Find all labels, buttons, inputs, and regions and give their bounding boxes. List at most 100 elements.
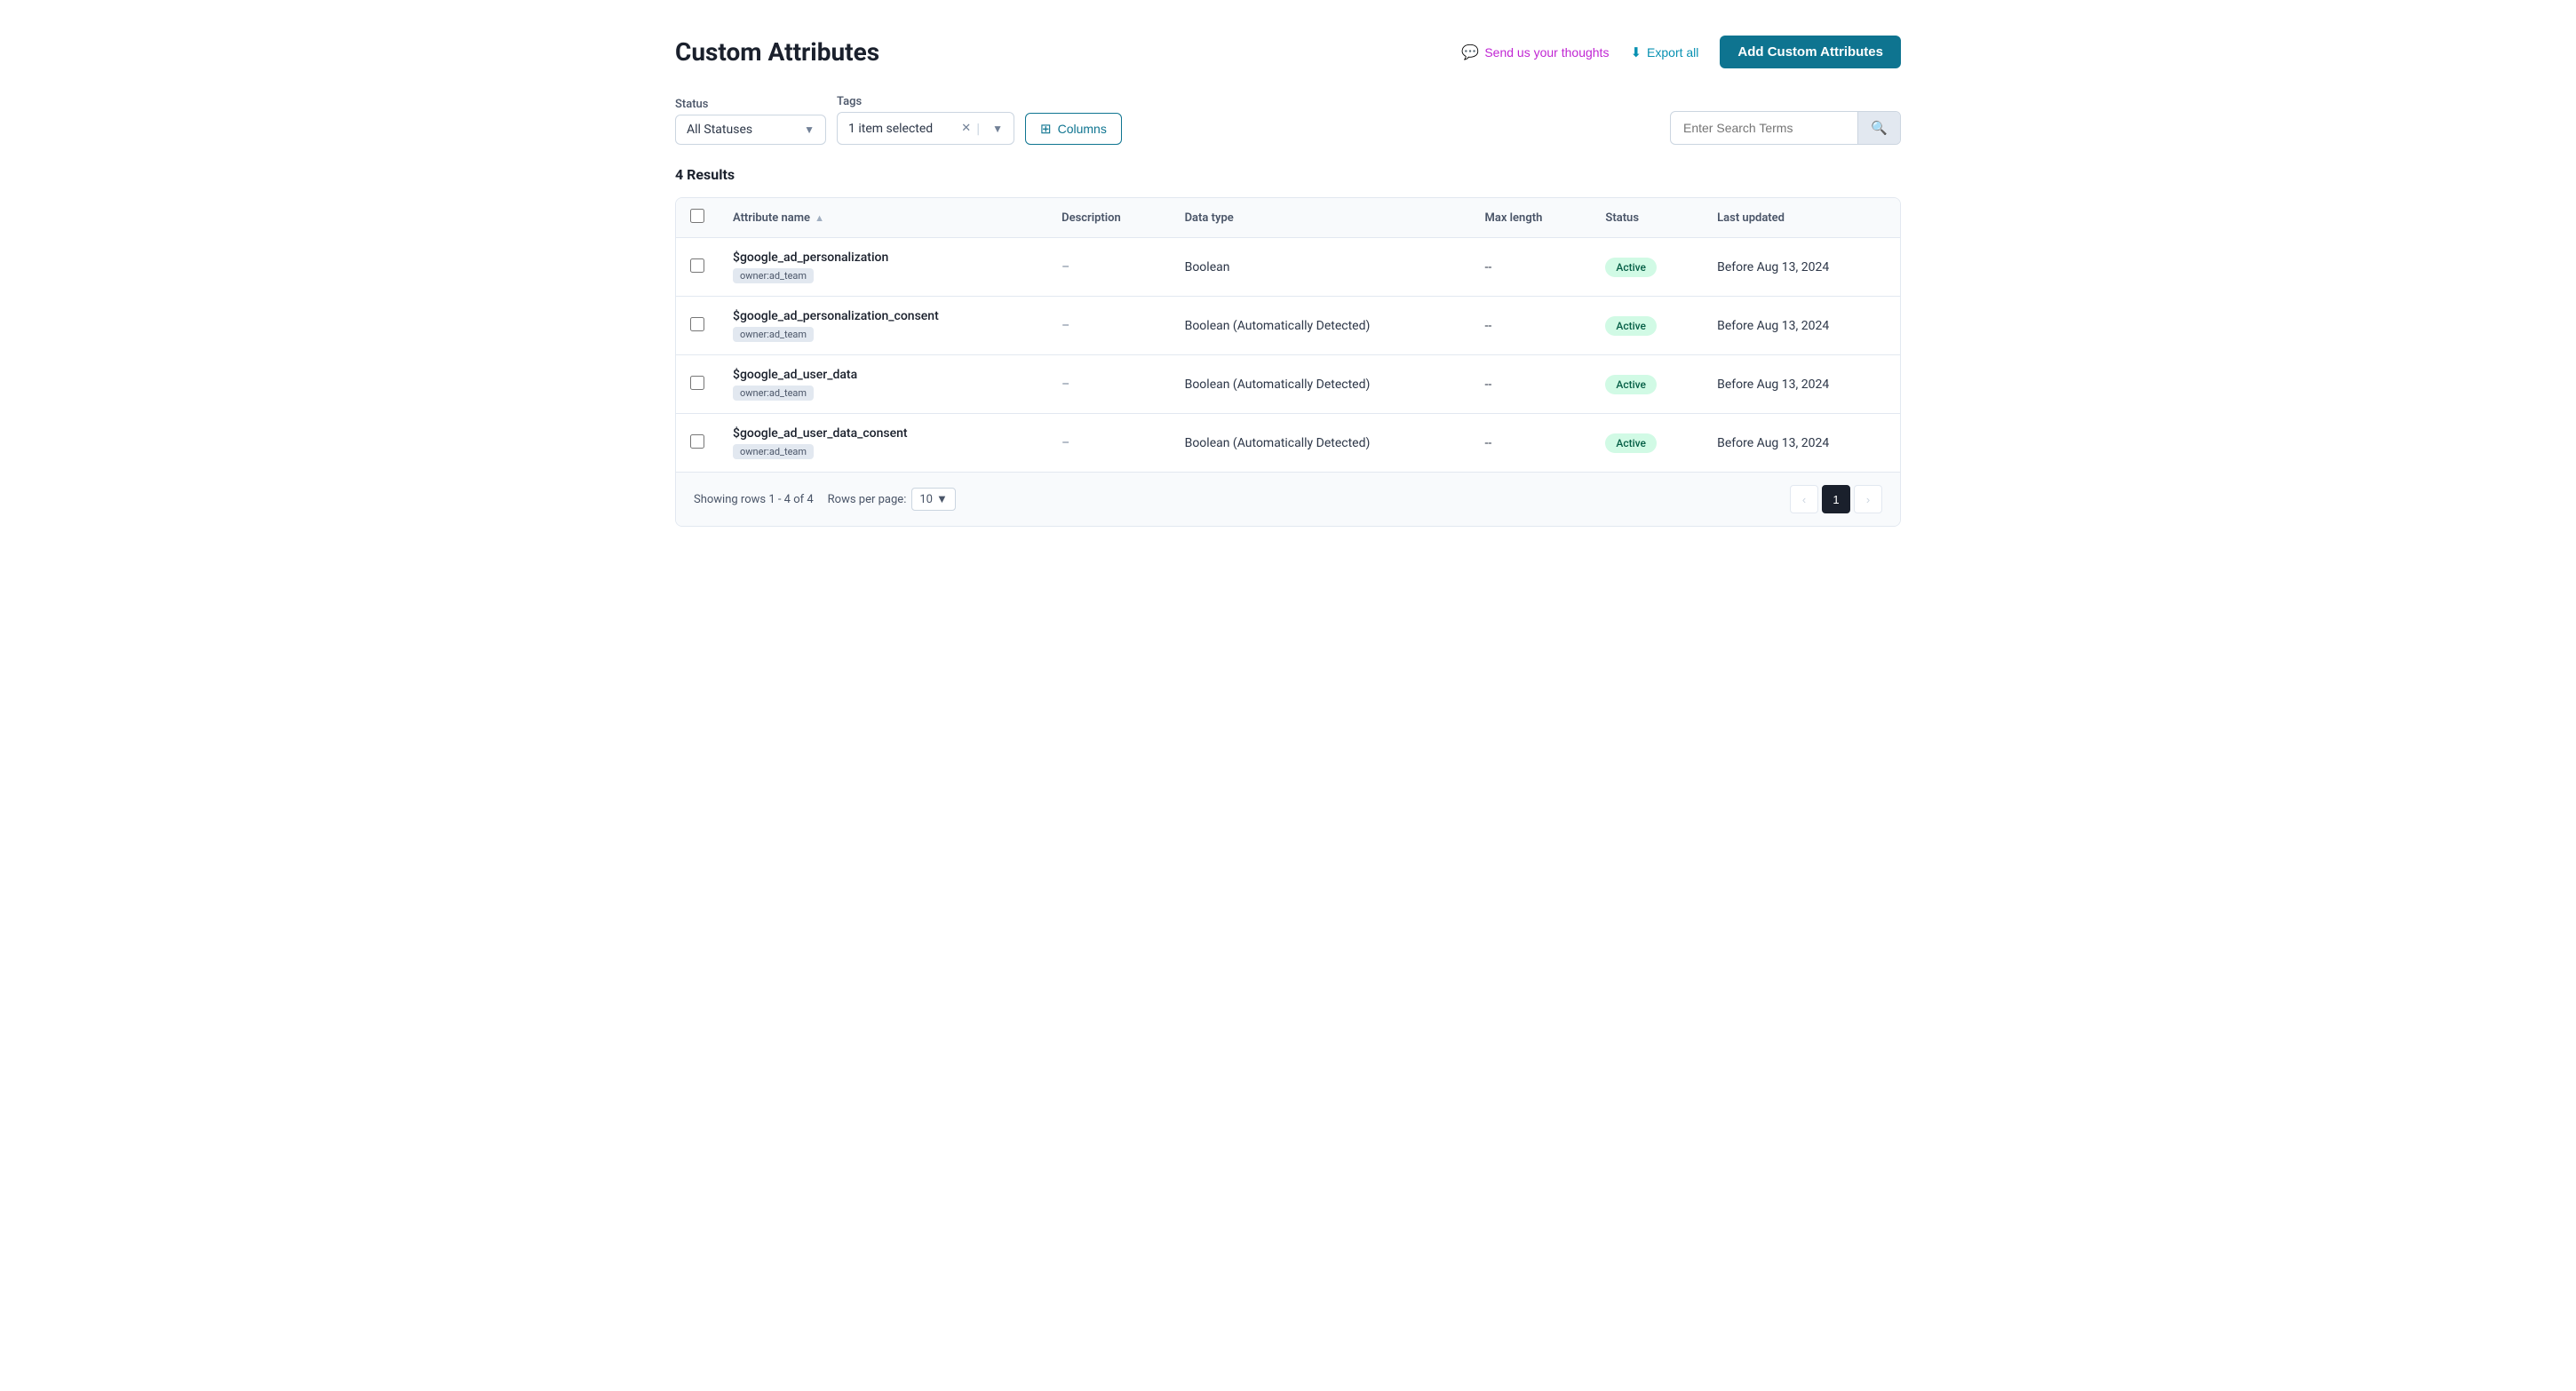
row-checkbox-cell xyxy=(676,297,719,355)
rows-per-page-select[interactable]: 10 ▼ xyxy=(911,488,956,511)
pagination: ‹ 1 › xyxy=(1790,485,1882,513)
row-description-cell: – xyxy=(1047,414,1170,473)
next-page-button[interactable]: › xyxy=(1854,485,1882,513)
attr-name-value: $google_ad_personalization xyxy=(733,250,1033,265)
showing-rows-text: Showing rows 1 - 4 of 4 xyxy=(694,493,814,506)
chevron-down-icon: ▼ xyxy=(992,123,1003,135)
columns-icon: ⊞ xyxy=(1040,121,1052,137)
results-count: 4 Results xyxy=(675,166,1901,183)
page-1-button[interactable]: 1 xyxy=(1822,485,1850,513)
row-max-length-cell: -- xyxy=(1471,297,1592,355)
row-attr-name-cell: $google_ad_user_data owner:ad_team xyxy=(719,355,1047,414)
row-status-cell: Active xyxy=(1591,297,1703,355)
row-last-updated-cell: Before Aug 13, 2024 xyxy=(1703,297,1900,355)
row-description-cell: – xyxy=(1047,238,1170,297)
search-input[interactable] xyxy=(1671,113,1857,143)
export-button[interactable]: ⬇ Export all xyxy=(1630,44,1698,60)
results-table: Attribute name ▲ Description Data type M… xyxy=(676,198,1900,472)
rows-per-page-label: Rows per page: xyxy=(828,493,907,506)
col-header-status: Status xyxy=(1591,198,1703,238)
status-select[interactable]: All Statuses ▼ xyxy=(675,115,826,145)
export-icon: ⬇ xyxy=(1630,44,1642,60)
tag-badge: owner:ad_team xyxy=(733,268,814,283)
last-updated-value: Before Aug 13, 2024 xyxy=(1717,260,1829,274)
clear-tags-icon[interactable]: ✕ xyxy=(961,122,971,135)
attr-name-value: $google_ad_user_data_consent xyxy=(733,426,1033,441)
attr-name-value: $google_ad_user_data xyxy=(733,368,1033,382)
table-row: $google_ad_personalization owner:ad_team… xyxy=(676,238,1900,297)
tag-badge: owner:ad_team xyxy=(733,386,814,401)
status-label: Status xyxy=(675,98,826,111)
description-value: – xyxy=(1061,378,1069,392)
rows-per-page-group: Rows per page: 10 ▼ xyxy=(828,488,956,511)
tag-badge: owner:ad_team xyxy=(733,327,814,342)
search-icon: 🔍 xyxy=(1871,121,1888,136)
max-length-value: -- xyxy=(1485,378,1492,392)
table-row: $google_ad_personalization_consent owner… xyxy=(676,297,1900,355)
row-status-cell: Active xyxy=(1591,355,1703,414)
tag-badge: owner:ad_team xyxy=(733,444,814,459)
tags-label: Tags xyxy=(837,95,1014,108)
row-checkbox-0[interactable] xyxy=(690,258,704,273)
chevron-down-icon: ▼ xyxy=(936,492,948,506)
page-title: Custom Attributes xyxy=(675,37,879,67)
col-header-last-updated: Last updated xyxy=(1703,198,1900,238)
select-all-checkbox[interactable] xyxy=(690,209,704,223)
add-custom-attributes-button[interactable]: Add Custom Attributes xyxy=(1720,36,1901,68)
row-checkbox-3[interactable] xyxy=(690,434,704,449)
rows-per-page-value: 10 xyxy=(919,493,933,506)
row-last-updated-cell: Before Aug 13, 2024 xyxy=(1703,238,1900,297)
send-thoughts-button[interactable]: 💬 Send us your thoughts xyxy=(1461,44,1609,61)
last-updated-value: Before Aug 13, 2024 xyxy=(1717,378,1829,392)
attr-name-value: $google_ad_personalization_consent xyxy=(733,309,1033,323)
description-value: – xyxy=(1061,260,1069,274)
row-checkbox-cell xyxy=(676,355,719,414)
header-actions: 💬 Send us your thoughts ⬇ Export all Add… xyxy=(1461,36,1901,68)
status-badge: Active xyxy=(1605,316,1657,336)
search-button[interactable]: 🔍 xyxy=(1857,112,1900,144)
row-description-cell: – xyxy=(1047,297,1170,355)
col-header-attr-name[interactable]: Attribute name ▲ xyxy=(719,198,1047,238)
row-attr-name-cell: $google_ad_personalization_consent owner… xyxy=(719,297,1047,355)
row-status-cell: Active xyxy=(1591,238,1703,297)
results-table-container: Attribute name ▲ Description Data type M… xyxy=(675,197,1901,527)
table-header-row: Attribute name ▲ Description Data type M… xyxy=(676,198,1900,238)
footer-left: Showing rows 1 - 4 of 4 Rows per page: 1… xyxy=(694,488,956,511)
col-header-data-type: Data type xyxy=(1171,198,1471,238)
max-length-value: -- xyxy=(1485,319,1492,333)
max-length-value: -- xyxy=(1485,436,1492,450)
chat-icon: 💬 xyxy=(1461,44,1479,61)
row-last-updated-cell: Before Aug 13, 2024 xyxy=(1703,414,1900,473)
page-header: Custom Attributes 💬 Send us your thought… xyxy=(675,36,1901,68)
data-type-value: Boolean (Automatically Detected) xyxy=(1185,319,1371,333)
row-data-type-cell: Boolean (Automatically Detected) xyxy=(1171,414,1471,473)
row-data-type-cell: Boolean (Automatically Detected) xyxy=(1171,297,1471,355)
data-type-value: Boolean (Automatically Detected) xyxy=(1185,378,1371,392)
data-type-value: Boolean (Automatically Detected) xyxy=(1185,436,1371,450)
row-checkbox-2[interactable] xyxy=(690,376,704,390)
last-updated-value: Before Aug 13, 2024 xyxy=(1717,319,1829,333)
status-select-value: All Statuses xyxy=(687,123,797,137)
row-checkbox-1[interactable] xyxy=(690,317,704,331)
status-badge: Active xyxy=(1605,258,1657,277)
last-updated-value: Before Aug 13, 2024 xyxy=(1717,436,1829,450)
tags-filter-group: Tags 1 item selected ✕ | ▼ xyxy=(837,95,1014,145)
description-value: – xyxy=(1061,319,1069,333)
row-max-length-cell: -- xyxy=(1471,355,1592,414)
table-row: $google_ad_user_data_consent owner:ad_te… xyxy=(676,414,1900,473)
table-footer: Showing rows 1 - 4 of 4 Rows per page: 1… xyxy=(676,472,1900,526)
columns-button[interactable]: ⊞ Columns xyxy=(1025,113,1122,145)
status-filter-group: Status All Statuses ▼ xyxy=(675,98,826,145)
prev-page-button[interactable]: ‹ xyxy=(1790,485,1818,513)
row-data-type-cell: Boolean xyxy=(1171,238,1471,297)
row-status-cell: Active xyxy=(1591,414,1703,473)
row-max-length-cell: -- xyxy=(1471,414,1592,473)
tags-select[interactable]: 1 item selected ✕ | ▼ xyxy=(837,112,1014,145)
row-checkbox-cell xyxy=(676,414,719,473)
max-length-value: -- xyxy=(1485,260,1492,274)
table-row: $google_ad_user_data owner:ad_team – Boo… xyxy=(676,355,1900,414)
search-wrapper: 🔍 xyxy=(1670,111,1901,145)
tags-selected-value: 1 item selected xyxy=(848,122,956,136)
row-attr-name-cell: $google_ad_personalization owner:ad_team xyxy=(719,238,1047,297)
chevron-down-icon: ▼ xyxy=(804,123,815,136)
